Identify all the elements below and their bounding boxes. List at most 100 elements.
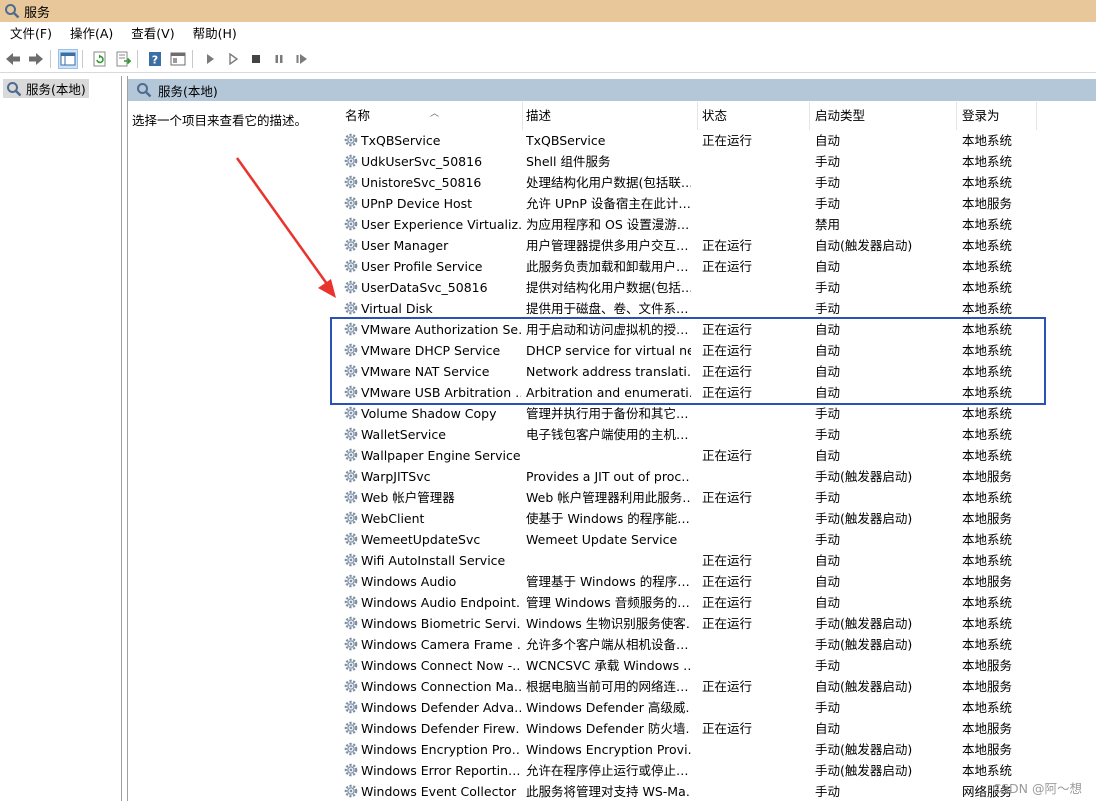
service-status	[702, 760, 802, 781]
table-row[interactable]: Windows Camera Frame … 允许多个客户端从相机设备… 手动(触发…	[334, 634, 1096, 655]
column-header-startup-type[interactable]: 启动类型	[810, 102, 957, 130]
service-startup-type: 自动	[815, 343, 841, 358]
service-status: 正在运行	[702, 448, 753, 463]
column-header-log-on-as[interactable]: 登录为	[957, 102, 1037, 130]
table-row[interactable]: Windows Connect Now -… WCNCSVC 承载 Windows…	[334, 655, 1096, 676]
back-arrow-icon[interactable]	[3, 49, 23, 69]
svg-text:?: ?	[152, 54, 158, 67]
table-row[interactable]: Windows Biometric Servi… Windows 生物识别服务使客…	[334, 613, 1096, 634]
start-service-alt-icon[interactable]	[223, 49, 243, 69]
table-row[interactable]: UserDataSvc_50816 提供对结构化用户数据(包括… 手动 本地系统	[334, 277, 1096, 298]
service-description: 允许在程序停止运行或停止…	[526, 763, 689, 778]
table-row[interactable]: Wallpaper Engine Service 正在运行 自动 本地系统	[334, 445, 1096, 466]
service-startup-type: 手动(触发器启动)	[815, 616, 913, 631]
table-row[interactable]: UPnP Device Host 允许 UPnP 设备宿主在此计… 手动 本地服务	[334, 193, 1096, 214]
table-row[interactable]: Windows Error Reportin… 允许在程序停止运行或停止… 手动(触…	[334, 760, 1096, 781]
table-row[interactable]: TxQBService TxQBService 正在运行 自动 本地系统	[334, 130, 1096, 151]
table-row[interactable]: Windows Event Collector 此服务将管理对支持 WS-Ma… 手…	[334, 781, 1096, 801]
table-row[interactable]: Web 帐户管理器 Web 帐户管理器利用此服务… 正在运行 手动 本地系统	[334, 487, 1096, 508]
console-tree: 服务(本地)	[0, 76, 122, 801]
service-name: Windows Error Reportin…	[361, 763, 521, 778]
service-log-on-as: 本地服务	[962, 658, 1013, 673]
table-row[interactable]: Windows Encryption Pro… Windows Encryptio…	[334, 739, 1096, 760]
service-description: 根据电脑当前可用的网络连…	[526, 679, 689, 694]
table-row[interactable]: WemeetUpdateSvc Wemeet Update Service 手动 本地…	[334, 529, 1096, 550]
refresh-icon[interactable]	[90, 49, 110, 69]
service-gear-icon	[343, 720, 359, 736]
column-header-name[interactable]: 名称 ︿	[340, 102, 523, 130]
service-startup-type: 手动	[815, 658, 841, 673]
menu-file[interactable]: 文件(F)	[0, 22, 60, 46]
services-pane: 服务(本地) 选择一个项目来查看它的描述。 名称 ︿ 描述 状态 启动类型 登录…	[127, 76, 1096, 801]
service-gear-icon	[343, 405, 359, 421]
service-gear-icon	[343, 195, 359, 211]
menu-view[interactable]: 查看(V)	[121, 22, 182, 46]
service-status: 正在运行	[702, 616, 753, 631]
service-status: 正在运行	[702, 490, 753, 505]
service-status: 正在运行	[702, 385, 753, 400]
properties-icon[interactable]	[168, 49, 188, 69]
service-startup-type: 手动	[815, 427, 841, 442]
service-log-on-as: 本地系统	[962, 175, 1013, 190]
service-log-on-as: 本地服务	[962, 511, 1013, 526]
column-header-description[interactable]: 描述	[521, 102, 698, 130]
tree-node-services-local[interactable]: 服务(本地)	[3, 79, 89, 98]
service-gear-icon	[343, 489, 359, 505]
table-row[interactable]: UdkUserSvc_50816 Shell 组件服务 手动 本地系统	[334, 151, 1096, 172]
service-name: User Profile Service	[361, 259, 483, 274]
table-row[interactable]: User Manager 用户管理器提供多用户交互… 正在运行 自动(触发器启动) 本地…	[334, 235, 1096, 256]
table-row[interactable]: Virtual Disk 提供用于磁盘、卷、文件系… 手动 本地系统	[334, 298, 1096, 319]
service-log-on-as: 本地系统	[962, 385, 1013, 400]
table-row[interactable]: VMware DHCP Service DHCP service for virt…	[334, 340, 1096, 361]
forward-arrow-icon[interactable]	[26, 49, 46, 69]
table-row[interactable]: Windows Audio 管理基于 Windows 的程序… 正在运行 自动 本地服务	[334, 571, 1096, 592]
table-row[interactable]: VMware Authorization Se… 用于启动和访问虚拟机的授… 正在运…	[334, 319, 1096, 340]
table-row[interactable]: WalletService 电子钱包客户端使用的主机… 手动 本地系统	[334, 424, 1096, 445]
service-status	[702, 298, 802, 319]
table-row[interactable]: Windows Connection Ma… 根据电脑当前可用的网络连… 正在运行 自…	[334, 676, 1096, 697]
column-header-status[interactable]: 状态	[697, 102, 810, 130]
service-status	[702, 193, 802, 214]
table-row[interactable]: User Experience Virtualiz… 为应用程序和 OS 设置漫游…	[334, 214, 1096, 235]
stop-service-icon[interactable]	[246, 49, 266, 69]
help-icon[interactable]: ?	[145, 49, 165, 69]
table-row[interactable]: Windows Defender Firew… Windows Defender …	[334, 718, 1096, 739]
service-gear-icon	[343, 237, 359, 253]
export-list-icon[interactable]	[113, 49, 133, 69]
table-row[interactable]: User Profile Service 此服务负责加载和卸载用户… 正在运行 自动 本…	[334, 256, 1096, 277]
show-console-tree-icon[interactable]	[58, 49, 78, 69]
service-gear-icon	[343, 363, 359, 379]
table-row[interactable]: Wifi AutoInstall Service 正在运行 自动 本地系统	[334, 550, 1096, 571]
service-status: 正在运行	[702, 238, 753, 253]
service-log-on-as: 本地系统	[962, 154, 1013, 169]
table-row[interactable]: Volume Shadow Copy 管理并执行用于备份和其它… 手动 本地系统	[334, 403, 1096, 424]
service-startup-type: 手动	[815, 406, 841, 421]
service-gear-icon	[343, 762, 359, 778]
service-name: WemeetUpdateSvc	[361, 532, 481, 547]
table-row[interactable]: UnistoreSvc_50816 处理结构化用户数据(包括联… 手动 本地系统	[334, 172, 1096, 193]
table-row[interactable]: Windows Audio Endpoint… 管理 Windows 音频服务的……	[334, 592, 1096, 613]
service-log-on-as: 本地系统	[962, 616, 1013, 631]
start-service-icon[interactable]	[200, 49, 220, 69]
service-description: Provides a JIT out of proc…	[526, 469, 691, 484]
pause-service-icon[interactable]	[269, 49, 289, 69]
resume-service-icon[interactable]	[292, 49, 312, 69]
table-row[interactable]: VMware USB Arbitration … Arbitration and …	[334, 382, 1096, 403]
table-row[interactable]: VMware NAT Service Network address transl…	[334, 361, 1096, 382]
service-description: 管理基于 Windows 的程序…	[526, 574, 690, 589]
menu-action[interactable]: 操作(A)	[60, 22, 121, 46]
menu-help[interactable]: 帮助(H)	[183, 22, 245, 46]
service-status: 正在运行	[702, 595, 753, 610]
table-row[interactable]: Windows Defender Adva… Windows Defender 高…	[334, 697, 1096, 718]
service-gear-icon	[343, 153, 359, 169]
toolbar-separator	[192, 50, 193, 68]
service-log-on-as: 本地系统	[962, 490, 1013, 505]
table-row[interactable]: WebClient 使基于 Windows 的程序能… 手动(触发器启动) 本地服务	[334, 508, 1096, 529]
service-gear-icon	[343, 342, 359, 358]
service-description: 此服务将管理对支持 WS-Ma…	[526, 784, 691, 799]
service-description: Wemeet Update Service	[526, 532, 678, 547]
service-log-on-as: 本地系统	[962, 343, 1013, 358]
service-status	[702, 466, 802, 487]
service-name: Windows Audio	[361, 574, 457, 589]
table-row[interactable]: WarpJITSvc Provides a JIT out of proc… 手动(…	[334, 466, 1096, 487]
